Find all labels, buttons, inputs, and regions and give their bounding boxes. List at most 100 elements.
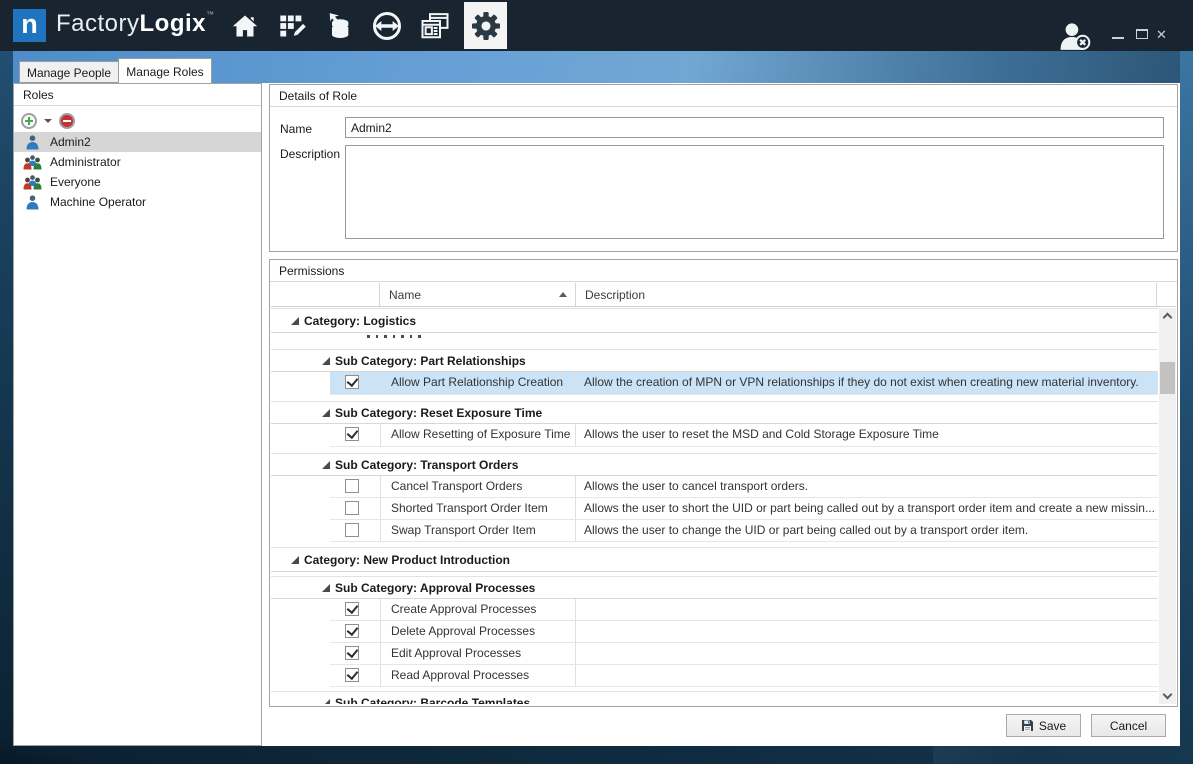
permission-checkbox[interactable] — [345, 501, 359, 515]
permission-row[interactable]: Allow Part Relationship CreationAllow th… — [330, 372, 1158, 395]
permission-checkbox[interactable] — [345, 668, 359, 682]
role-label: Admin2 — [50, 135, 91, 149]
logo-letter: n — [21, 9, 38, 39]
role-item[interactable]: Everyone — [14, 172, 261, 192]
cancel-button[interactable]: Cancel — [1091, 714, 1166, 737]
expander-icon[interactable] — [291, 556, 299, 564]
category-row[interactable]: Category: New Product Introduction — [271, 547, 1158, 572]
subcategory-row[interactable]: Sub Category: Reset Exposure Time — [271, 401, 1158, 424]
multi-user-icon — [14, 175, 50, 190]
permission-checkbox[interactable] — [345, 646, 359, 660]
single-user-icon — [14, 195, 50, 210]
permissions-panel: Permissions Name Description Category: L… — [269, 259, 1178, 707]
tab-manage-people[interactable]: Manage People — [19, 61, 119, 83]
role-item[interactable]: Administrator — [14, 152, 261, 172]
permission-name: Swap Transport Order Item — [380, 520, 575, 541]
permission-name: Cancel Transport Orders — [380, 476, 575, 497]
save-button-label: Save — [1039, 719, 1066, 733]
scroll-down-icon[interactable] — [1163, 690, 1173, 700]
role-name-input[interactable] — [345, 117, 1164, 138]
remove-role-icon[interactable] — [59, 113, 75, 129]
permission-name: Allow Resetting of Exposure Time — [380, 424, 575, 446]
permission-checkbox[interactable] — [345, 523, 359, 537]
permission-checkbox[interactable] — [345, 375, 359, 389]
brand-logix: Logix — [140, 10, 207, 37]
roles-panel-title: Roles — [14, 84, 261, 106]
permission-name: Read Approval Processes — [380, 665, 575, 686]
permission-row[interactable]: Cancel Transport OrdersAllows the user t… — [330, 476, 1158, 498]
role-details-panel: Details of Role Name Description — [269, 84, 1178, 252]
permission-row[interactable]: Edit Approval Processes — [330, 643, 1158, 665]
permission-description: Allows the user to cancel transport orde… — [575, 476, 1158, 497]
main-content: Roles Admin2 Administrator Everyone Machine… — [13, 83, 1180, 746]
brand-text: FactoryLogix™ — [56, 10, 215, 38]
permission-checkbox[interactable] — [345, 624, 359, 638]
title-bar: n FactoryLogix™ — [0, 0, 1193, 51]
permissions-panel-title: Permissions — [270, 260, 1177, 282]
permission-checkbox[interactable] — [345, 427, 359, 441]
settings-gear-icon-active[interactable] — [464, 2, 507, 49]
permission-row[interactable]: Allow Resetting of Exposure TimeAllows t… — [330, 424, 1158, 447]
add-role-dropdown-icon[interactable] — [44, 119, 52, 123]
permission-description: Allows the user to short the UID or part… — [575, 498, 1158, 519]
category-row[interactable]: Category: Logistics — [271, 308, 1158, 333]
transfer-arrows-icon[interactable] — [370, 9, 404, 43]
subcategory-row[interactable]: Sub Category: Part Relationships — [271, 349, 1158, 372]
maximize-button[interactable] — [1136, 29, 1148, 39]
vertical-scrollbar[interactable] — [1159, 308, 1176, 704]
permission-description: Allows the user to reset the MSD and Col… — [575, 424, 1158, 446]
role-item[interactable]: Machine Operator — [14, 192, 261, 212]
column-header-name[interactable]: Name — [379, 283, 575, 307]
reports-windows-icon[interactable] — [418, 9, 452, 43]
sort-ascending-icon — [559, 292, 567, 297]
save-floppy-icon — [1021, 719, 1034, 732]
column-header-description[interactable]: Description — [575, 283, 1156, 307]
role-label: Administrator — [50, 155, 121, 169]
permission-row[interactable]: Shorted Transport Order ItemAllows the u… — [330, 498, 1158, 520]
close-button[interactable]: ✕ — [1156, 27, 1167, 43]
permission-checkbox[interactable] — [345, 479, 359, 493]
trademark-symbol: ™ — [206, 10, 215, 19]
cancel-button-label: Cancel — [1110, 719, 1147, 733]
partially-scrolled-row — [271, 333, 1158, 339]
scroll-up-icon[interactable] — [1163, 313, 1173, 323]
add-role-icon[interactable] — [21, 113, 37, 129]
single-user-icon — [14, 135, 50, 150]
permissions-grid-header: Name Description — [271, 283, 1176, 307]
permission-row[interactable]: Create Approval Processes — [330, 599, 1158, 621]
subcategory-row[interactable]: Sub Category: Transport Orders — [271, 453, 1158, 476]
column-name-label: Name — [389, 288, 421, 302]
permission-row[interactable]: Swap Transport Order ItemAllows the user… — [330, 520, 1158, 542]
home-icon[interactable] — [228, 9, 262, 43]
permission-description — [575, 621, 1158, 642]
roles-list: Admin2 Administrator Everyone Machine Opera… — [14, 132, 261, 212]
role-item[interactable]: Admin2 — [14, 132, 261, 152]
expander-icon[interactable] — [322, 357, 330, 365]
save-button[interactable]: Save — [1006, 714, 1081, 737]
subcategory-label: Sub Category: Barcode Templates — [335, 696, 530, 705]
materials-database-icon[interactable] — [322, 9, 356, 43]
subcategory-row[interactable]: Sub Category: Approval Processes — [271, 576, 1158, 599]
expander-icon[interactable] — [322, 699, 330, 705]
tab-manage-roles[interactable]: Manage Roles — [118, 58, 212, 83]
scrollbar-thumb[interactable] — [1160, 362, 1175, 394]
details-panel-title: Details of Role — [270, 85, 1177, 107]
multi-user-icon — [14, 155, 50, 170]
permission-row[interactable]: Read Approval Processes — [330, 665, 1158, 687]
permission-checkbox[interactable] — [345, 602, 359, 616]
roles-panel: Roles Admin2 Administrator Everyone Machine… — [13, 83, 262, 746]
production-grid-pencil-icon[interactable] — [275, 9, 309, 43]
expander-icon[interactable] — [322, 584, 330, 592]
expander-icon[interactable] — [322, 461, 330, 469]
permission-name: Create Approval Processes — [380, 599, 575, 620]
subcategory-label: Sub Category: Reset Exposure Time — [335, 406, 542, 420]
column-description-label: Description — [585, 288, 645, 302]
minimize-button[interactable] — [1112, 37, 1124, 39]
permission-row[interactable]: Delete Approval Processes — [330, 621, 1158, 643]
expander-icon[interactable] — [322, 409, 330, 417]
user-disconnected-icon[interactable] — [1058, 22, 1096, 48]
expander-icon[interactable] — [291, 317, 299, 325]
subcategory-row[interactable]: Sub Category: Barcode Templates — [271, 691, 1158, 704]
role-description-input[interactable] — [345, 145, 1164, 239]
role-label: Machine Operator — [50, 195, 146, 209]
